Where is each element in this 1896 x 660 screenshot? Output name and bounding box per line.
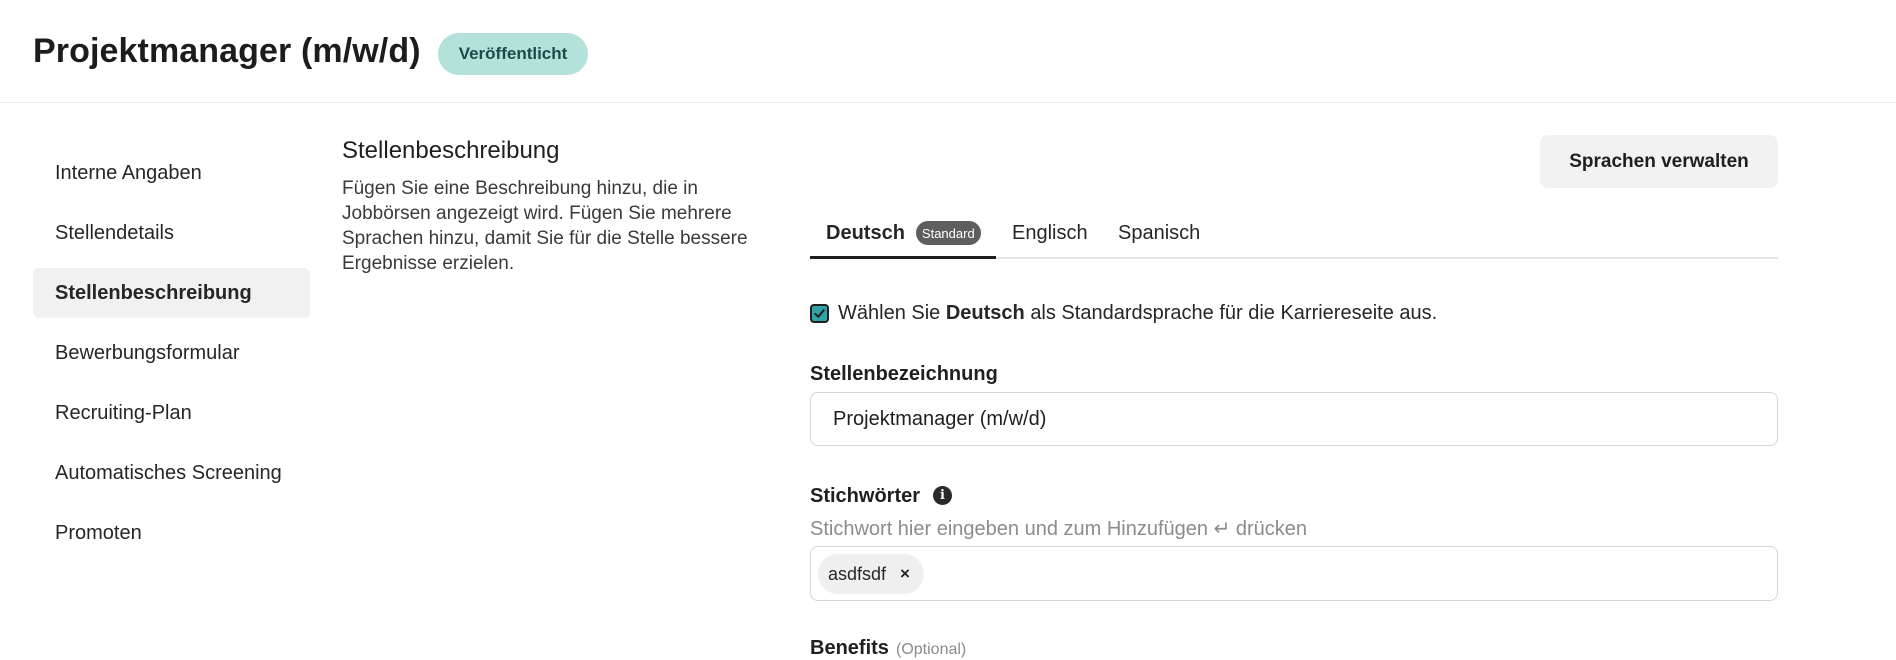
sidebar-item-bewerbungsformular[interactable]: Bewerbungsformular [33,328,310,378]
sidebar-item-promoten[interactable]: Promoten [33,508,310,558]
keyword-tag: asdfsdf × [818,554,924,594]
job-title-input[interactable] [810,392,1778,446]
keyword-tag-label: asdfsdf [828,563,887,584]
benefits-label: Benefits [810,637,889,659]
sidebar-item-stellendetails[interactable]: Stellendetails [33,208,310,258]
status-badge: Veröffentlicht [438,33,588,75]
job-title-label: Stellenbezeichnung [810,363,998,385]
benefits-optional-hint: (Optional) [896,641,967,658]
section-title: Stellenbeschreibung [342,137,560,164]
keywords-label: Stichwörter [810,485,921,507]
page-header: Projektmanager (m/w/d) Veröffentlicht [0,0,1896,103]
default-language-checkbox[interactable] [810,304,829,323]
active-tab-indicator [810,256,996,259]
info-icon[interactable]: i [933,486,952,505]
language-tabs: Deutsch Standard Englisch Spanisch [810,207,1778,259]
sidebar-item-stellenbeschreibung[interactable]: Stellenbeschreibung [33,268,310,318]
default-language-option: Wählen Sie Deutsch als Standardsprache f… [810,302,1437,325]
checkbox-label-suffix: als Standardsprache für die Karriereseit… [1030,302,1438,324]
page-title: Projektmanager (m/w/d) [33,32,421,70]
tab-englisch[interactable]: Englisch [1012,207,1088,259]
manage-languages-button[interactable]: Sprachen verwalten [1540,135,1778,188]
sidebar-nav: Interne Angaben Stellendetails Stellenbe… [33,148,310,568]
tab-spanisch[interactable]: Spanisch [1118,207,1200,259]
remove-tag-icon[interactable]: × [900,564,910,584]
keywords-hint: Stichwort hier eingeben und zum Hinzufüg… [810,518,1308,540]
sidebar-item-recruiting-plan[interactable]: Recruiting-Plan [33,388,310,438]
keywords-input[interactable]: asdfsdf × [810,546,1778,601]
tab-deutsch[interactable]: Deutsch Standard [826,207,981,259]
tab-label: Deutsch [826,221,905,244]
default-language-badge: Standard [915,221,981,245]
sidebar-item-interne-angaben[interactable]: Interne Angaben [33,148,310,198]
checkbox-label-prefix: Wählen Sie [838,302,941,324]
checkmark-icon [814,309,825,318]
sidebar-item-automatisches-screening[interactable]: Automatisches Screening [33,448,310,498]
section-description: Fügen Sie eine Beschreibung hinzu, die i… [342,178,748,274]
checkbox-label-language: Deutsch [945,302,1025,324]
